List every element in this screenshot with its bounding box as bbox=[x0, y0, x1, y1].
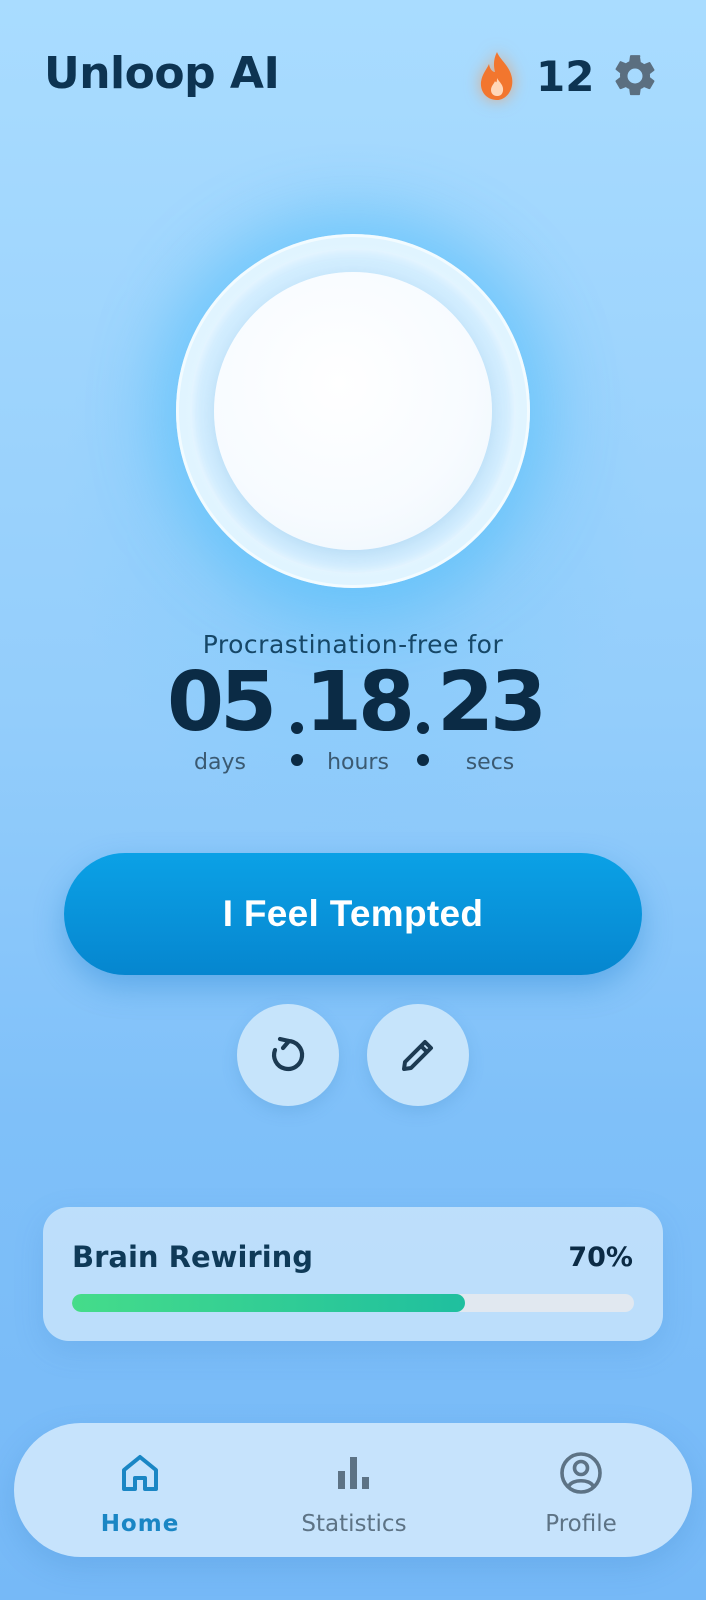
bottom-nav: Home Statistics Profile bbox=[14, 1423, 692, 1557]
pencil-icon bbox=[395, 1032, 441, 1078]
focus-orb-core bbox=[214, 272, 492, 550]
streak-counter[interactable]: 12 bbox=[474, 50, 594, 102]
bar-chart-icon bbox=[269, 1449, 439, 1497]
timer-secs-value: 23 bbox=[436, 655, 547, 750]
progress-percent: 70% bbox=[568, 1242, 633, 1273]
timer-days-label: days bbox=[194, 750, 246, 775]
brain-rewiring-card: Brain Rewiring 70% bbox=[43, 1207, 663, 1341]
settings-button[interactable] bbox=[610, 51, 660, 101]
app-title: Unloop AI bbox=[44, 48, 280, 99]
edit-button[interactable] bbox=[367, 1004, 469, 1106]
flame-icon bbox=[474, 50, 520, 102]
i-feel-tempted-button[interactable]: I Feel Tempted bbox=[64, 853, 642, 975]
timer-hours: 18 hours bbox=[298, 655, 418, 776]
timer-days-value: 05 bbox=[166, 655, 277, 750]
app-header: Unloop AI 12 bbox=[0, 0, 706, 150]
progress-title: Brain Rewiring bbox=[72, 1240, 314, 1274]
progress-bar bbox=[72, 1294, 634, 1312]
timer-separator bbox=[417, 722, 429, 786]
home-icon bbox=[55, 1449, 225, 1497]
nav-home[interactable]: Home bbox=[55, 1449, 225, 1537]
reset-timer-button[interactable] bbox=[237, 1004, 339, 1106]
nav-home-label: Home bbox=[100, 1511, 180, 1537]
timer-days: 05 days bbox=[160, 655, 280, 776]
timer-hours-value: 18 bbox=[304, 655, 415, 750]
nav-statistics[interactable]: Statistics bbox=[269, 1449, 439, 1537]
streak-count: 12 bbox=[536, 51, 595, 101]
timer-hours-label: hours bbox=[327, 750, 389, 775]
profile-icon bbox=[496, 1449, 666, 1497]
nav-statistics-label: Statistics bbox=[301, 1511, 407, 1537]
nav-profile-label: Profile bbox=[545, 1511, 617, 1537]
timer-secs-label: secs bbox=[465, 750, 515, 775]
nav-profile[interactable]: Profile bbox=[496, 1449, 666, 1537]
gear-icon bbox=[610, 51, 660, 101]
timer-secs: 23 secs bbox=[430, 655, 550, 776]
progress-bar-fill bbox=[72, 1294, 466, 1312]
reset-icon bbox=[265, 1032, 311, 1078]
